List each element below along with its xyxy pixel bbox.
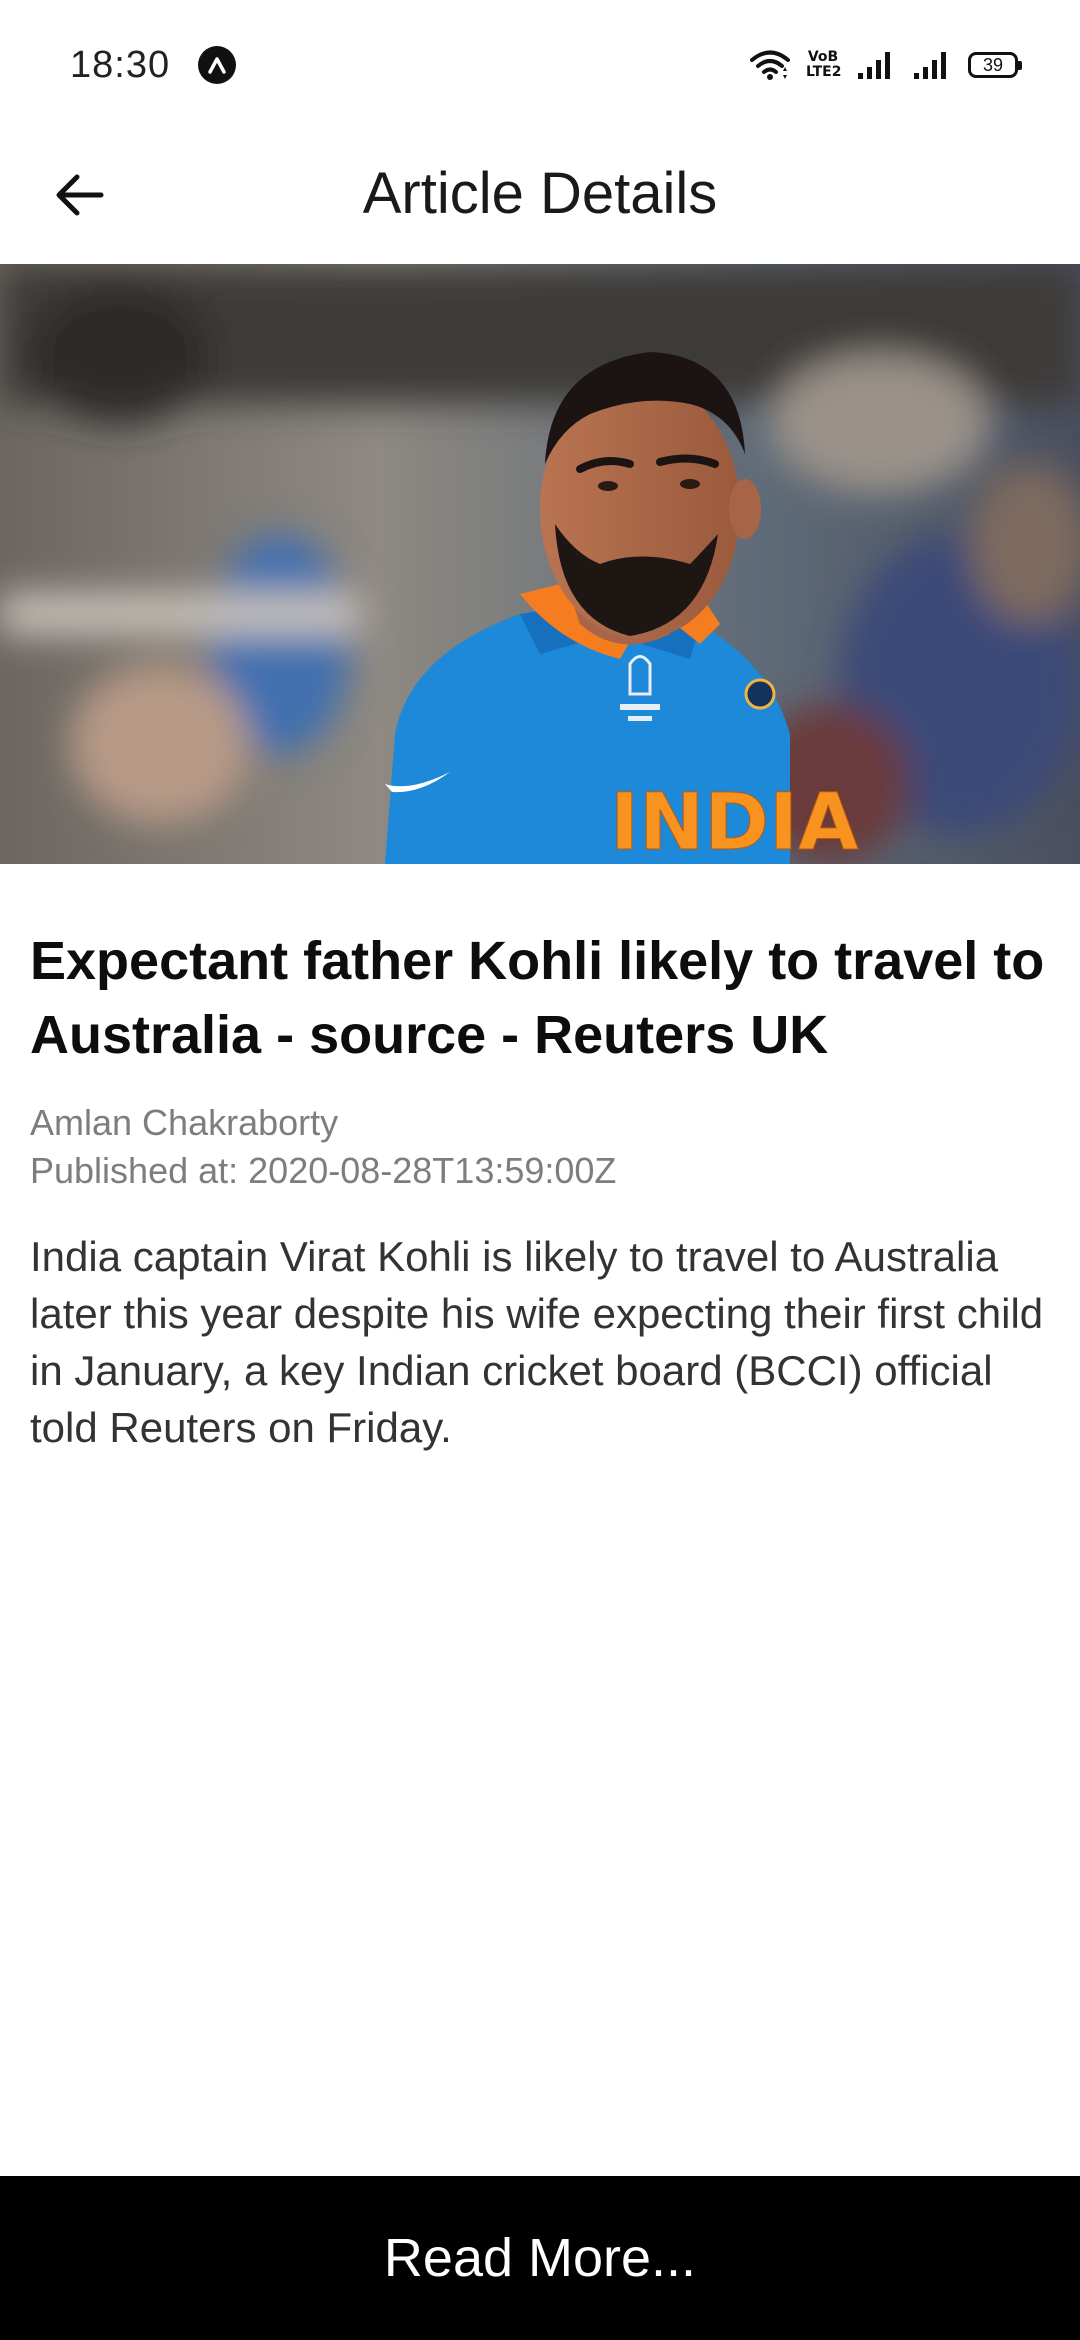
volte-bottom-label: LTE2 — [806, 64, 842, 80]
volte-top-label: VoB — [807, 49, 839, 65]
article-author: Amlan Chakraborty — [30, 1102, 339, 1143]
battery-icon: 39 — [968, 52, 1022, 78]
page-title: Article Details — [362, 161, 718, 226]
app-notification-icon — [198, 46, 237, 84]
signal-sim1-icon — [856, 49, 896, 81]
status-bar: 18:30 VoB LTE2 39 — [0, 0, 1080, 130]
published-value: 2020-08-28T13:59:00Z — [248, 1150, 617, 1191]
read-more-button[interactable]: Read More... — [0, 2176, 1080, 2340]
article-description: India captain Virat Kohli is likely to t… — [30, 1233, 1044, 1451]
read-more-label: Read More... — [383, 2228, 697, 2288]
article-details-screen: 18:30 VoB LTE2 39 Article Details INDIA … — [0, 0, 1080, 2340]
battery-level: 39 — [982, 54, 1004, 75]
status-time: 18:30 — [70, 43, 171, 86]
wifi-icon — [750, 49, 790, 81]
published-label: Published at: — [30, 1150, 239, 1191]
status-right: VoB LTE2 39 — [750, 49, 1022, 81]
article-headline: Expectant father Kohli likely to travel … — [30, 931, 1045, 1065]
article-image: INDIA — [0, 264, 1080, 864]
published-date: Published at: 2020-08-28T13:59:00Z — [30, 1150, 616, 1192]
signal-sim2-icon — [912, 49, 952, 81]
jersey-text: INDIA — [610, 778, 858, 864]
status-left: 18:30 — [70, 43, 237, 87]
app-bar: Article Details — [0, 130, 1080, 265]
volte-indicator: VoB LTE2 — [806, 49, 842, 80]
